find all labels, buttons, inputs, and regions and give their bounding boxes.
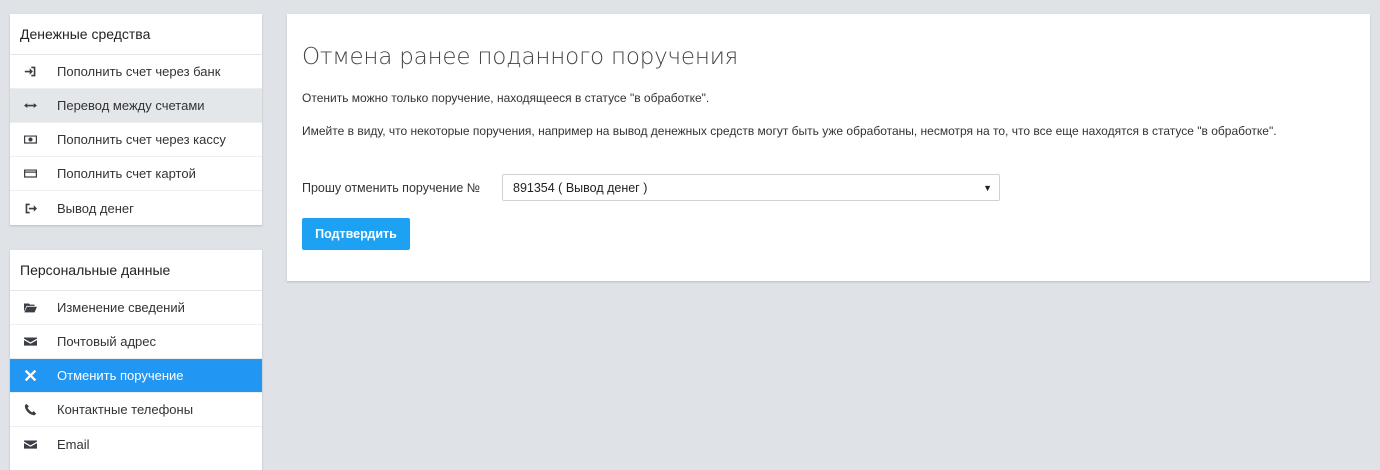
cancel-order-panel: Отмена ранее поданного поручения Отенить…: [287, 14, 1370, 281]
sidebar-item-edit-info[interactable]: Изменение сведений: [10, 291, 262, 325]
money-icon: [22, 133, 38, 147]
sidebar-item-cash-deposit[interactable]: Пополнить счет через кассу: [10, 123, 262, 157]
folder-open-icon: [22, 301, 38, 315]
sign-out-icon: [22, 201, 38, 215]
money-panel: Денежные средства Пополнить счет через б…: [10, 14, 262, 225]
arrows-h-icon: [22, 99, 38, 113]
sidebar-item-phones[interactable]: Контактные телефоны: [10, 393, 262, 427]
sidebar-item-transfer[interactable]: Перевод между счетами: [10, 89, 262, 123]
order-select-label: Прошу отменить поручение №: [302, 180, 481, 195]
sidebar-item-label: Пополнить счет через кассу: [57, 132, 226, 147]
envelope-icon: [22, 335, 38, 349]
sidebar-item-withdraw[interactable]: Вывод денег: [10, 191, 262, 225]
caret-down-icon: ▼: [983, 182, 992, 193]
sidebar-item-label: Почтовый адрес: [57, 334, 156, 349]
info-text: Отенить можно только поручение, находяще…: [302, 91, 710, 105]
order-select-value: 891354 ( Вывод денег ): [513, 180, 648, 195]
close-icon: [22, 369, 38, 383]
sidebar-item-label: Изменение сведений: [57, 300, 185, 315]
sidebar-item-bank-deposit[interactable]: Пополнить счет через банк: [10, 55, 262, 89]
envelope-icon: [22, 437, 38, 451]
sidebar-item-postal-address[interactable]: Почтовый адрес: [10, 325, 262, 359]
personal-panel: Персональные данные Изменение сведений П…: [10, 250, 262, 470]
order-select[interactable]: 891354 ( Вывод денег ) ▼: [502, 174, 1000, 201]
order-select-row: Прошу отменить поручение № 891354 ( Выво…: [302, 174, 1000, 201]
phone-icon: [22, 403, 38, 417]
sidebar-item-label: Контактные телефоны: [57, 402, 194, 417]
sign-in-icon: [22, 65, 38, 79]
money-panel-title: Денежные средства: [10, 14, 262, 55]
sidebar-item-label: Перевод между счетами: [57, 98, 205, 113]
sidebar-item-label: Пополнить счет картой: [57, 166, 196, 181]
sidebar-item-cancel-order[interactable]: Отменить поручение: [10, 359, 262, 393]
sidebar-item-card-deposit[interactable]: Пополнить счет картой: [10, 157, 262, 191]
personal-panel-title: Персональные данные: [10, 250, 262, 291]
confirm-button[interactable]: Подтвердить: [302, 218, 410, 250]
page-title: Отмена ранее поданного поручения: [302, 44, 739, 70]
credit-card-icon: [22, 167, 38, 181]
sidebar-item-label: Пополнить счет через банк: [57, 64, 221, 79]
warning-text: Имейте в виду, что некоторые поручения, …: [302, 124, 1277, 138]
sidebar-item-label: Email: [57, 436, 90, 452]
sidebar-item-label: Отменить поручение: [57, 368, 184, 383]
sidebar-item-label: Вывод денег: [57, 200, 134, 216]
